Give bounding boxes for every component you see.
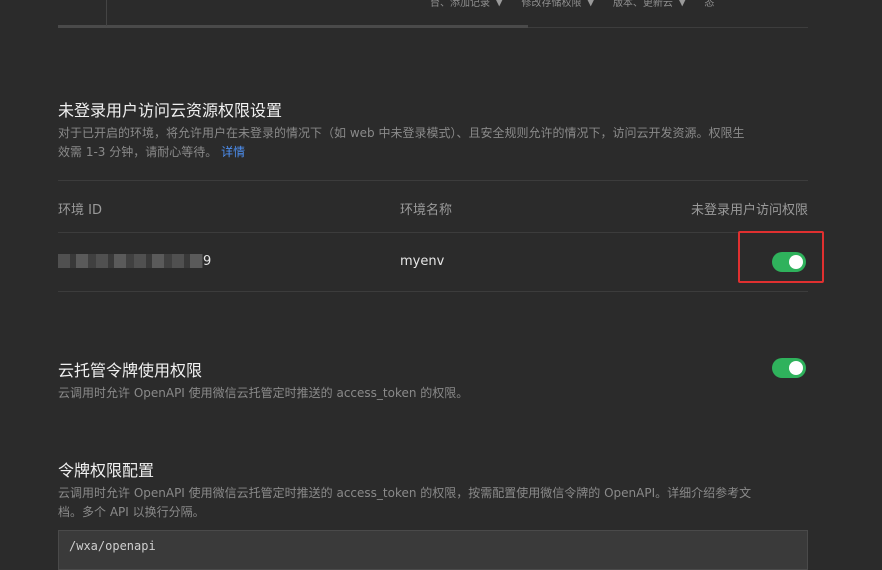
highlight-box — [738, 231, 824, 283]
cloud-token-toggle[interactable] — [772, 358, 806, 378]
top-divider — [528, 27, 808, 28]
menu-item-status[interactable]: 态 — [704, 0, 714, 9]
header-env-id: 环境 ID — [58, 203, 102, 218]
caret-down-icon: ▼ — [586, 0, 595, 8]
table-row: 9 myenv — [58, 233, 808, 292]
header-env-name: 环境名称 — [400, 203, 453, 218]
toggle-knob — [789, 361, 803, 375]
api-list-textarea[interactable]: /wxa/openapi — [58, 530, 808, 570]
detail-link[interactable]: 详情 — [221, 145, 245, 159]
menu-item-version-update[interactable]: 版本、更新云 ▼ — [613, 0, 686, 9]
header-permission: 未登录用户访问权限 — [690, 203, 808, 218]
top-divider-line — [106, 0, 107, 26]
top-menu: 台、添加记录 ▼ 修改存储权限 ▼ 版本、更新云 ▼ 态 — [430, 0, 732, 9]
env-table: 环境 ID 环境名称 未登录用户访问权限 9 myenv — [58, 180, 808, 292]
cloud-token-desc: 云调用时允许 OpenAPI 使用微信云托管定时推送的 access_token… — [58, 386, 469, 400]
unauth-section-desc: 对于已开启的环境，将允许用户在未登录的情况下（如 web 中未登录模式）、且安全… — [58, 126, 745, 159]
table-header: 环境 ID 环境名称 未登录用户访问权限 — [58, 180, 808, 233]
menu-item-storage-permission[interactable]: 修改存储权限 ▼ — [521, 0, 594, 9]
token-config-desc: 云调用时允许 OpenAPI 使用微信云托管定时推送的 access_token… — [58, 486, 752, 519]
env-id-suffix: 9 — [203, 254, 212, 269]
top-tab-strip: 台、添加记录 ▼ 修改存储权限 ▼ 版本、更新云 ▼ 态 — [58, 0, 714, 28]
caret-down-icon: ▼ — [677, 0, 687, 8]
env-name: myenv — [400, 254, 445, 269]
token-config-title: 令牌权限配置 — [58, 461, 155, 480]
menu-item-add-record[interactable]: 台、添加记录 ▼ — [430, 0, 503, 9]
caret-down-icon: ▼ — [495, 0, 504, 8]
redacted-env-id — [58, 254, 203, 268]
unauth-section-title: 未登录用户访问云资源权限设置 — [58, 101, 283, 120]
cloud-token-title: 云托管令牌使用权限 — [58, 361, 203, 380]
